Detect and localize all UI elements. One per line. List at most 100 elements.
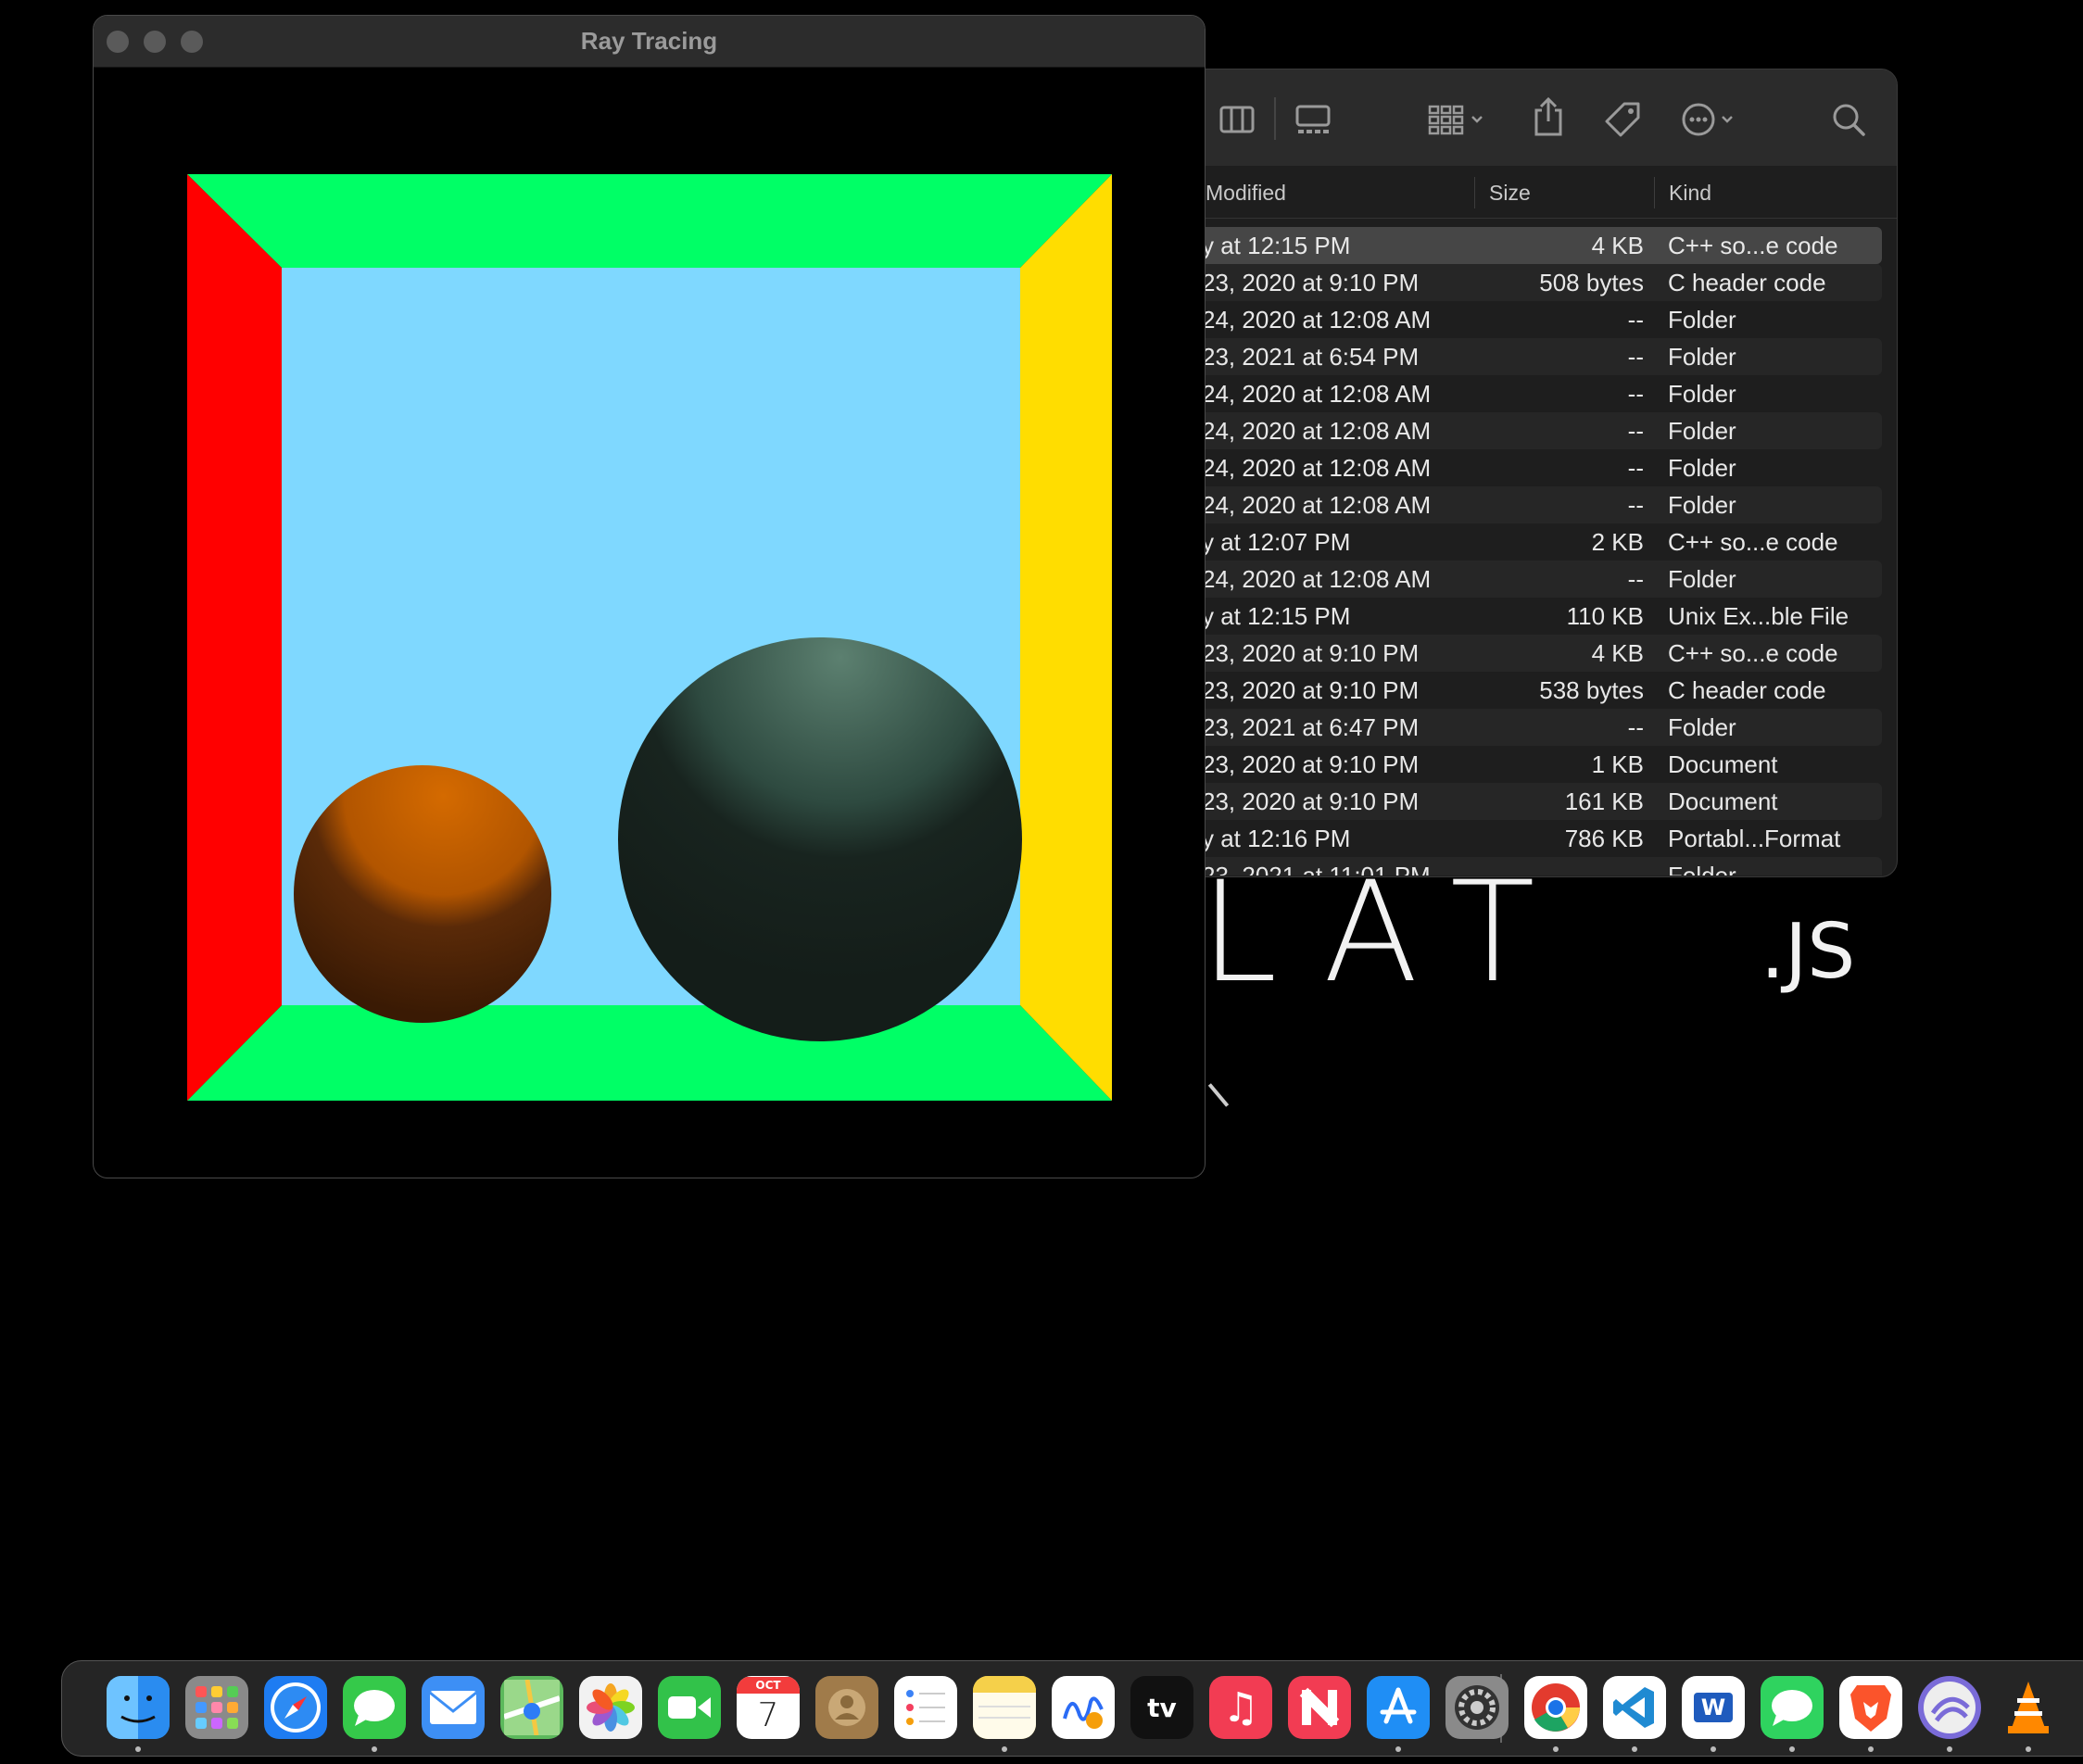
calendar-month: OCT (737, 1677, 800, 1694)
dock-notes-icon[interactable] (973, 1676, 1036, 1739)
column-header-modified[interactable]: Modified (1206, 181, 1286, 206)
calendar-day: 7 (757, 1696, 779, 1734)
file-row[interactable]: 23, 2020 at 9:10 PM 538 bytes C header cod… (1150, 672, 1882, 709)
running-indicator (1632, 1746, 1637, 1752)
column-header-size[interactable]: Size (1489, 181, 1531, 206)
news-logo (1299, 1687, 1340, 1728)
file-row[interactable]: y at 12:15 PM 110 KB Unix Ex...ble File (1150, 598, 1882, 635)
cell-size: -- (1627, 417, 1644, 445)
file-row[interactable]: 23, 2020 at 9:10 PM 161 KB Document (1150, 783, 1882, 820)
file-row[interactable]: 23, 2020 at 9:10 PM 508 bytes C header cod… (1150, 264, 1882, 301)
dock-calendar-icon[interactable]: OCT 7 (737, 1676, 800, 1739)
cell-kind: Folder (1668, 417, 1736, 445)
speech-bubble (1772, 1690, 1812, 1726)
file-row[interactable]: 23, 2021 at 6:54 PM -- Folder (1150, 338, 1882, 375)
file-list: y at 12:15 PM 4 KB C++ so...e code 23, 2020… (1150, 227, 1897, 876)
cell-size: 4 KB (1591, 639, 1644, 667)
dock-word-icon[interactable]: W (1682, 1676, 1745, 1739)
chrome-logo (1532, 1683, 1580, 1732)
dock-music-icon[interactable]: ♫ (1209, 1676, 1272, 1739)
dock-safari-icon[interactable] (264, 1676, 327, 1739)
column-separator[interactable] (1474, 177, 1475, 208)
running-indicator (372, 1746, 377, 1752)
cell-size: -- (1627, 454, 1644, 482)
dock-reminders-icon[interactable] (894, 1676, 957, 1739)
dock-contacts-icon[interactable] (815, 1676, 878, 1739)
wallpaper-text-suffix: .JS (1761, 908, 1856, 996)
file-row[interactable]: 24, 2020 at 12:08 AM -- Folder (1150, 301, 1882, 338)
window-titlebar[interactable]: Ray Tracing (94, 16, 1205, 68)
search-icon[interactable] (1830, 101, 1867, 138)
file-row[interactable]: 24, 2020 at 12:08 AM -- Folder (1150, 449, 1882, 486)
file-row[interactable]: 23, 2021 at 11:01 PM -- Folder (1150, 857, 1882, 876)
dock-messages-icon[interactable] (343, 1676, 406, 1739)
running-indicator (1711, 1746, 1716, 1752)
cell-size: -- (1627, 565, 1644, 593)
dock-maps-icon[interactable] (500, 1676, 563, 1739)
file-row[interactable]: 24, 2020 at 12:08 AM -- Folder (1150, 486, 1882, 523)
cell-modified: y at 12:15 PM (1202, 602, 1351, 630)
dock-freeform-icon[interactable] (1052, 1676, 1115, 1739)
file-row[interactable]: y at 12:07 PM 2 KB C++ so...e code (1150, 523, 1882, 561)
running-indicator (1947, 1746, 1952, 1752)
dock-news-icon[interactable] (1288, 1676, 1351, 1739)
dock-whatsapp-icon[interactable] (1761, 1676, 1824, 1739)
checklist (906, 1690, 945, 1725)
cell-kind: Unix Ex...ble File (1668, 602, 1849, 630)
contact-silhouette (828, 1689, 865, 1726)
file-row[interactable]: 24, 2020 at 12:08 AM -- Folder (1150, 412, 1882, 449)
gallery-view-icon[interactable] (1294, 101, 1332, 138)
tag-icon[interactable] (1604, 101, 1641, 138)
dock-mail-icon[interactable] (422, 1676, 485, 1739)
speech-bubble (354, 1690, 395, 1726)
dock-bittorrent-icon[interactable] (1918, 1676, 1981, 1739)
file-row[interactable]: 23, 2021 at 6:47 PM -- Folder (1150, 709, 1882, 746)
cell-modified: y at 12:07 PM (1202, 528, 1351, 556)
dock-brave-icon[interactable] (1839, 1676, 1902, 1739)
cell-kind: C++ so...e code (1668, 232, 1838, 259)
file-row[interactable]: y at 12:16 PM 786 KB Portabl...Format (1150, 820, 1882, 857)
columns-view-icon[interactable] (1218, 101, 1256, 138)
running-indicator (1789, 1746, 1795, 1752)
ceiling (187, 174, 1112, 268)
share-icon[interactable] (1530, 95, 1567, 136)
finder-window[interactable]: Modified Size Kind y at 12:15 PM 4 KB C++ … (1149, 69, 1898, 877)
dock-vscode-icon[interactable] (1603, 1676, 1666, 1739)
file-row[interactable]: 23, 2020 at 9:10 PM 4 KB C++ so...e code (1150, 635, 1882, 672)
brave-lion (1850, 1685, 1891, 1732)
word-letter: W (1693, 1693, 1734, 1722)
safari-compass (271, 1682, 321, 1732)
dock-vlc-icon[interactable] (1997, 1676, 2060, 1739)
file-row[interactable]: 23, 2020 at 9:10 PM 1 KB Document (1150, 746, 1882, 783)
cell-size: -- (1627, 343, 1644, 371)
cell-kind: Portabl...Format (1668, 825, 1841, 852)
group-icon[interactable] (1428, 101, 1487, 138)
cell-size: -- (1627, 306, 1644, 334)
cell-size: -- (1627, 380, 1644, 408)
window-title: Ray Tracing (580, 27, 718, 55)
cell-kind: Folder (1668, 380, 1736, 408)
large-sphere (618, 637, 1022, 1041)
finder-face (107, 1676, 170, 1739)
file-row[interactable]: y at 12:15 PM 4 KB C++ so...e code (1150, 227, 1882, 264)
file-row[interactable]: 24, 2020 at 12:08 AM -- Folder (1150, 561, 1882, 598)
dock-launchpad-icon[interactable] (185, 1676, 248, 1739)
dock-system-preferences-icon[interactable] (1445, 1676, 1509, 1739)
cell-modified: 23, 2021 at 6:47 PM (1202, 713, 1420, 741)
cell-size: 4 KB (1591, 232, 1644, 259)
more-actions-icon[interactable] (1682, 101, 1741, 138)
dock-finder-icon[interactable] (107, 1676, 170, 1739)
dock-apple-tv-icon[interactable]: tv (1130, 1676, 1193, 1739)
dock-app-store-icon[interactable] (1367, 1676, 1430, 1739)
column-separator[interactable] (1654, 177, 1655, 208)
dock-chrome-icon[interactable] (1524, 1676, 1587, 1739)
dock-facetime-icon[interactable] (658, 1676, 721, 1739)
cell-kind: Folder (1668, 306, 1736, 334)
cell-size: 1 KB (1591, 750, 1644, 778)
dock-photos-icon[interactable] (579, 1676, 642, 1739)
cell-size: 161 KB (1564, 788, 1644, 815)
file-row[interactable]: 24, 2020 at 12:08 AM -- Folder (1150, 375, 1882, 412)
render-canvas (187, 174, 1112, 1101)
ray-tracing-window[interactable]: Ray Tracing (93, 15, 1206, 1178)
column-header-kind[interactable]: Kind (1669, 181, 1711, 206)
